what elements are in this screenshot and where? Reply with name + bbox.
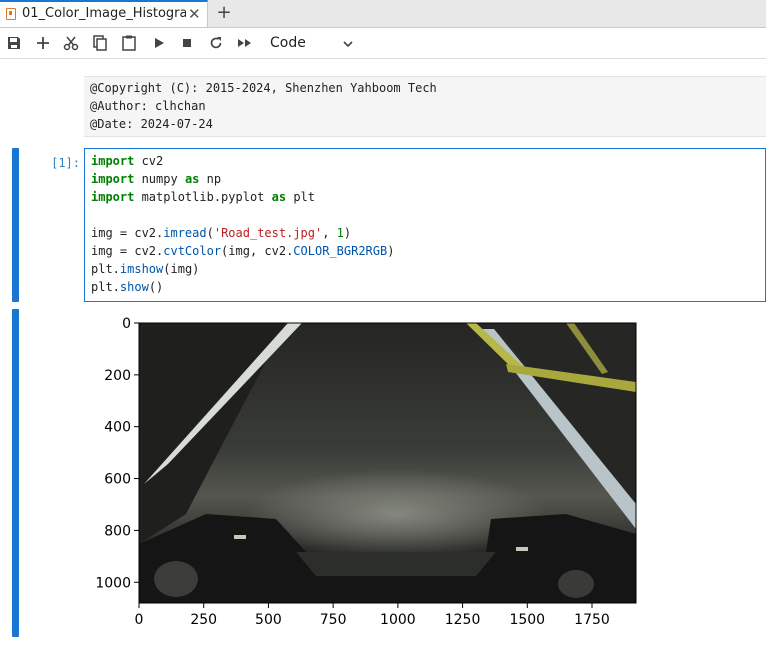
code-token: , [322,226,337,240]
restart-icon[interactable] [206,33,226,53]
save-icon[interactable] [4,33,24,53]
y-tick-label: 0 [122,316,131,332]
add-tab-button[interactable]: + [212,2,236,24]
notebook-tab[interactable]: 01_Color_Image_Histogram ✕ [0,0,208,27]
code-token: ( [206,226,214,240]
cut-icon[interactable] [61,33,81,53]
road-image [139,323,636,603]
code-token: img = cv2. [91,226,164,240]
code-token: (img, cv2. [221,244,294,258]
code-token: import [91,172,135,186]
code-line: plt.show() [91,280,163,294]
code-line: import numpy as np [91,172,221,186]
markdown-line: @Copyright (C): 2015-2024, Shenzhen Yahb… [90,81,437,95]
cell-type-label: Code [270,35,306,51]
code-token: show [119,280,149,294]
notebook-icon [6,8,16,20]
y-tick-label: 1000 [96,575,131,591]
code-token: imread [163,226,207,240]
code-token: as [271,190,287,204]
code-token: ) [343,226,352,240]
code-token: plt. [91,262,120,276]
code-token: cv2 [134,154,164,168]
code-token: COLOR_BGR2RGB [293,244,388,258]
x-tick-label: 250 [190,612,217,628]
x-axis: 0 250 500 750 1000 1250 1500 1750 [135,603,610,628]
code-line: img = cv2.imread('Road_test.jpg', 1) [91,226,351,240]
run-all-icon[interactable] [235,33,255,53]
markdown-line: @Date: 2024-07-24 [90,117,213,131]
code-token: 'Road_test.jpg' [213,226,323,240]
code-token: (img) [163,262,200,276]
x-tick-label: 1750 [574,612,610,628]
code-token: matplotlib.pyplot [134,190,272,204]
code-line: plt.imshow(img) [91,262,199,276]
code-editor[interactable]: import cv2 import numpy as np import matpl… [84,148,766,302]
code-token: import [91,190,135,204]
code-token: import [91,154,135,168]
x-tick-label: 0 [135,612,144,628]
output-collapser[interactable] [12,309,19,637]
y-tick-label: 200 [104,368,131,384]
chevron-down-icon [342,35,354,54]
code-token: np [199,172,222,186]
tab-title[interactable]: 01_Color_Image_Histogram [22,6,186,21]
y-tick-label: 800 [104,523,131,539]
input-prompt: [1]: [51,156,80,170]
code-token: 1 [336,226,344,240]
input-collapser[interactable] [12,148,19,302]
code-token: img = cv2. [91,244,164,258]
output-area: 0 200 400 600 800 1000 0 250 500 750 1000 1250 1500… [95,314,656,638]
cell-type-select[interactable]: Code [264,32,360,54]
markdown-cell[interactable]: @Copyright (C): 2015-2024, Shenzhen Yahb… [84,76,766,137]
y-tick-label: 600 [104,472,131,488]
x-tick-label: 1000 [380,612,416,628]
x-tick-label: 1500 [509,612,545,628]
code-token: numpy [134,172,185,186]
tab-bar: 01_Color_Image_Histogram ✕ + [0,0,766,28]
code-token: () [148,280,164,294]
code-token: plt [286,190,315,204]
code-token: as [184,172,200,186]
x-tick-label: 750 [320,612,347,628]
stop-icon[interactable] [177,33,197,53]
paste-icon[interactable] [119,33,139,53]
code-line: import cv2 [91,154,163,168]
y-tick-label: 400 [104,420,131,436]
code-token: plt. [91,280,120,294]
code-token: imshow [119,262,164,276]
code-token: cvtColor [163,244,222,258]
code-line: img = cv2.cvtColor(img, cv2.COLOR_BGR2RG… [91,244,394,258]
notebook-toolbar: Code [0,28,766,59]
x-tick-label: 1250 [445,612,481,628]
x-tick-label: 500 [255,612,282,628]
plot-figure: 0 200 400 600 800 1000 0 250 500 750 1000 1250 1500… [95,316,637,628]
copy-icon[interactable] [90,33,110,53]
code-token: ) [387,244,395,258]
close-icon[interactable]: ✕ [188,5,201,23]
run-icon[interactable] [149,33,169,53]
code-line: import matplotlib.pyplot as plt [91,190,315,204]
add-cell-icon[interactable] [33,33,53,53]
y-axis: 0 200 400 600 800 1000 [95,316,139,591]
markdown-line: @Author: clhchan [90,99,206,113]
